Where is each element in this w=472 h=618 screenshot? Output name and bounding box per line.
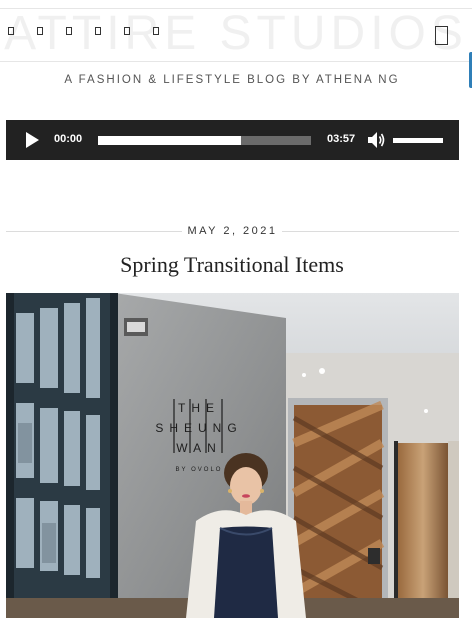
social-icon-2[interactable] bbox=[37, 27, 43, 35]
duration: 03:57 bbox=[327, 133, 356, 145]
volume-slider[interactable] bbox=[393, 138, 443, 143]
site-tagline: A FASHION & LIFESTYLE BLOG BY ATHENA NG bbox=[64, 74, 400, 86]
post-date-row: MAY 2, 2021 bbox=[6, 225, 459, 239]
menu-icon[interactable] bbox=[435, 26, 448, 45]
post-photo-illustration: THE SHEUNG WAN BY OVOLO bbox=[6, 293, 459, 618]
play-icon[interactable] bbox=[26, 132, 39, 148]
seek-slider[interactable] bbox=[98, 136, 311, 145]
audio-player: 00:00 03:57 bbox=[6, 120, 459, 160]
wall-sign-line-2: SHEUNG bbox=[155, 421, 242, 435]
volume-icon[interactable] bbox=[367, 131, 387, 149]
post-image[interactable]: THE SHEUNG WAN BY OVOLO bbox=[6, 293, 459, 618]
site-header: ATTIRE STUDIOS bbox=[0, 8, 472, 62]
post-title[interactable]: Spring Transitional Items bbox=[0, 252, 464, 278]
wall-sign-line-1: THE bbox=[178, 401, 220, 415]
social-icon-3[interactable] bbox=[66, 27, 72, 35]
volume-level bbox=[393, 138, 443, 143]
social-icon-4[interactable] bbox=[95, 27, 101, 35]
date-divider-right bbox=[282, 231, 459, 232]
seek-progress bbox=[98, 136, 241, 145]
current-time: 00:00 bbox=[54, 133, 83, 145]
wall-sign-line-4: BY OVOLO bbox=[176, 467, 223, 473]
social-icon-5[interactable] bbox=[124, 27, 130, 35]
social-icon-6[interactable] bbox=[153, 27, 159, 35]
social-icon-1[interactable] bbox=[8, 27, 14, 35]
social-links bbox=[8, 27, 182, 35]
wall-sign-line-3: WAN bbox=[176, 441, 222, 455]
